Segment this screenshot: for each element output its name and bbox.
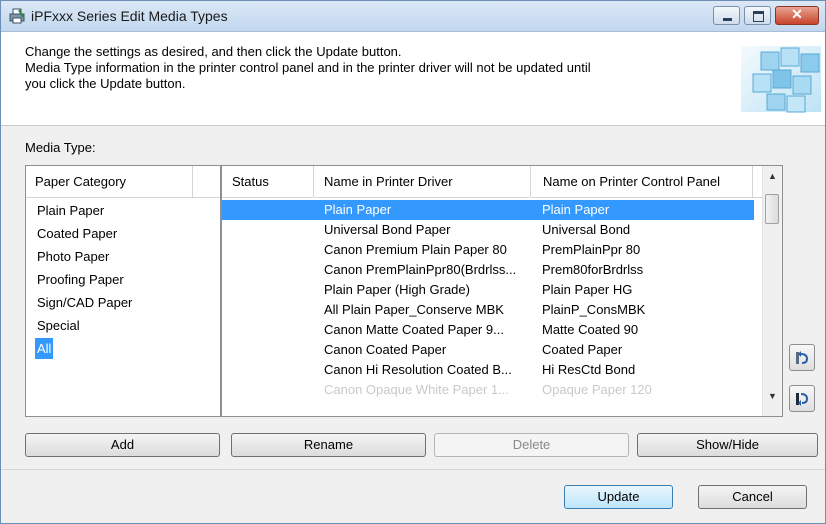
move-up-button[interactable] (789, 344, 815, 371)
paper-category-header[interactable]: Paper Category (26, 166, 220, 198)
media-row-driver-name: Canon Hi Resolution Coated B... (324, 362, 512, 377)
scroll-down-arrow-icon[interactable]: ▼ (763, 388, 782, 405)
media-row[interactable]: Universal Bond Paper Universal Bond (222, 220, 754, 240)
show-hide-button[interactable]: Show/Hide (637, 433, 818, 457)
media-row[interactable]: Canon Coated Paper Coated Paper (222, 340, 754, 360)
column-divider (192, 166, 193, 197)
category-sign-cad-paper[interactable]: Sign/CAD Paper (35, 292, 134, 313)
media-row[interactable]: Canon Hi Resolution Coated B... Hi ResCt… (222, 360, 754, 380)
category-special[interactable]: Special (35, 315, 82, 336)
media-row[interactable]: Canon Premium Plain Paper 80 PremPlainPp… (222, 240, 754, 260)
add-button[interactable]: Add (25, 433, 220, 457)
category-all[interactable]: All (35, 338, 54, 359)
media-row-panel-name: PlainP_ConsMBK (542, 302, 646, 317)
maximize-button[interactable] (744, 6, 771, 25)
edit-media-types-window: iPFxxx Series Edit Media Types ✕ Change … (0, 0, 826, 524)
media-row-driver-name: Plain Paper (High Grade) (324, 282, 470, 297)
media-row-hidden[interactable]: Canon Opaque White Paper 1... Opaque Pap… (222, 380, 754, 400)
category-plain-paper[interactable]: Plain Paper (35, 200, 106, 221)
title-bar[interactable]: iPFxxx Series Edit Media Types ✕ (1, 1, 825, 32)
instruction-line: Change the settings as desired, and then… (25, 44, 402, 59)
minimize-button[interactable] (713, 6, 740, 25)
column-header-panel-name-label: Name on Printer Control Panel (543, 174, 721, 189)
media-row[interactable]: All Plain Paper_Conserve MBK PlainP_Cons… (222, 300, 754, 320)
minimize-icon (723, 18, 732, 21)
column-header-panel-name[interactable]: Name on Printer Control Panel (531, 166, 763, 198)
media-row-panel-name: Prem80forBrdrlss (542, 262, 644, 277)
column-header-driver-name-label: Name in Printer Driver (324, 174, 453, 189)
category-proofing-paper[interactable]: Proofing Paper (35, 269, 126, 290)
delete-button[interactable]: Delete (434, 433, 629, 457)
media-row-driver-name: Universal Bond Paper (324, 222, 451, 237)
media-row-panel-name: Plain Paper HG (542, 282, 633, 297)
media-row-panel-name: Matte Coated 90 (542, 322, 639, 337)
media-row[interactable]: Canon PremPlainPpr80(Brdrlss... Prem80fo… (222, 260, 754, 280)
media-row-panel-name: Coated Paper (542, 342, 623, 357)
paper-category-header-label: Paper Category (35, 174, 127, 189)
close-icon: ✕ (791, 6, 803, 22)
media-row-panel-name: Universal Bond (542, 222, 631, 237)
vertical-scrollbar[interactable]: ▲ ▼ (762, 166, 782, 416)
media-row-driver-name: All Plain Paper_Conserve MBK (324, 302, 504, 317)
media-row-panel-name: Opaque Paper 120 (542, 382, 652, 397)
maximize-icon (753, 11, 764, 22)
media-row-panel-name: PremPlainPpr 80 (542, 242, 641, 257)
media-row-driver-name: Canon Matte Coated Paper 9... (324, 322, 504, 337)
media-row-panel-name: Plain Paper (542, 202, 610, 217)
column-divider (752, 166, 753, 197)
paper-rolls-graphic (741, 46, 821, 113)
printer-app-icon (9, 8, 25, 24)
column-header-status[interactable]: Status (222, 166, 313, 198)
instruction-header: Change the settings as desired, and then… (1, 32, 825, 126)
scroll-up-arrow-icon[interactable]: ▲ (763, 168, 782, 185)
media-row[interactable]: Plain Paper Plain Paper (222, 200, 754, 220)
media-row-driver-name: Canon PremPlainPpr80(Brdrlss... (324, 262, 517, 277)
instruction-text: Change the settings as desired, and then… (25, 44, 705, 92)
footer-divider (1, 469, 825, 470)
move-down-icon (796, 393, 809, 406)
scroll-thumb[interactable] (765, 194, 779, 224)
cancel-button[interactable]: Cancel (698, 485, 807, 509)
move-up-icon (796, 351, 809, 364)
window-title: iPFxxx Series Edit Media Types (31, 8, 228, 24)
media-row-driver-name: Plain Paper (324, 202, 392, 217)
media-type-list[interactable]: Status Name in Printer Driver Name on Pr… (221, 165, 783, 417)
instruction-line: Media Type information in the printer co… (25, 60, 591, 75)
category-coated-paper[interactable]: Coated Paper (35, 223, 119, 244)
media-type-label: Media Type: (25, 140, 96, 155)
media-row-panel-name: Hi ResCtd Bond (542, 362, 636, 377)
category-photo-paper[interactable]: Photo Paper (35, 246, 111, 267)
instruction-line: you click the Update button. (25, 76, 186, 91)
move-down-button[interactable] (789, 385, 815, 412)
close-button[interactable]: ✕ (775, 6, 819, 25)
paper-category-list[interactable]: Paper Category Plain Paper Coated Paper … (25, 165, 221, 417)
media-row[interactable]: Plain Paper (High Grade) Plain Paper HG (222, 280, 754, 300)
media-row-driver-name: Canon Opaque White Paper 1... (324, 382, 510, 397)
media-row[interactable]: Canon Matte Coated Paper 9... Matte Coat… (222, 320, 754, 340)
media-row-driver-name: Canon Premium Plain Paper 80 (324, 242, 507, 257)
rename-button[interactable]: Rename (231, 433, 426, 457)
column-header-driver-name[interactable]: Name in Printer Driver (314, 166, 530, 198)
column-header-status-label: Status (232, 174, 269, 189)
update-button[interactable]: Update (564, 485, 673, 509)
media-row-driver-name: Canon Coated Paper (324, 342, 447, 357)
